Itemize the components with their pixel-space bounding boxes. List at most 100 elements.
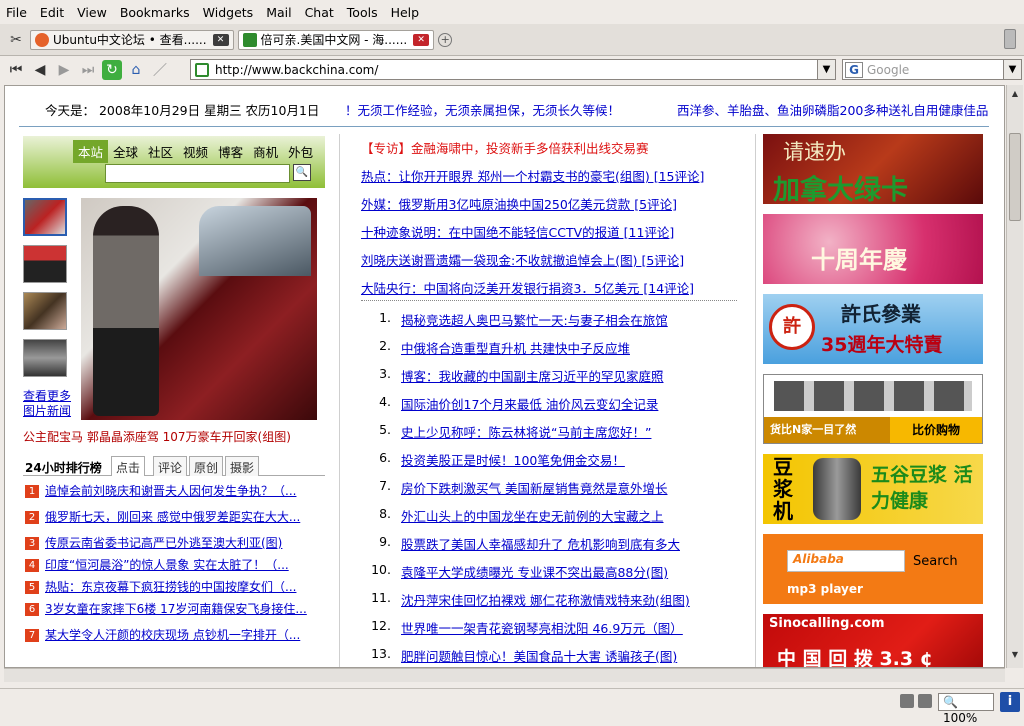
rank-link[interactable]: 3岁女童在家摔下6楼 17岁河南籍保安飞身接住... bbox=[45, 602, 307, 616]
list-item[interactable]: 9. 股票跌了美国人幸福感却升了 危机影响到底有多大 bbox=[361, 534, 751, 562]
wand-icon[interactable]: ／ bbox=[150, 60, 170, 80]
rank-link[interactable]: 某大学令人汗颜的校庆现场 点钞机一字排开（... bbox=[45, 628, 300, 642]
chevron-down-icon[interactable]: ▼ bbox=[817, 60, 835, 79]
address-url[interactable]: http://www.backchina.com/ bbox=[215, 63, 378, 77]
headline[interactable]: 外媒：俄罗斯用3亿吨原油换中国250亿美元贷款 [5评论] bbox=[361, 194, 751, 222]
horizontal-scrollbar[interactable] bbox=[4, 668, 1005, 682]
news-link[interactable]: 中俄将合造重型直升机 共建快中子反应堆 bbox=[401, 341, 630, 356]
news-link[interactable]: 投资美股正是时候！100笔免佣金交易！ bbox=[401, 453, 625, 468]
menu-view[interactable]: View bbox=[77, 5, 107, 20]
list-item[interactable]: 5 热贴：东京夜幕下疯狂捞钱的中国按摩女们（... bbox=[23, 580, 325, 602]
headline-link[interactable]: 十种迹象说明：在中国绝不能轻信CCTV的报道 [11评论] bbox=[361, 225, 674, 240]
tools-icon[interactable]: ✂ bbox=[6, 30, 26, 50]
menu-file[interactable]: File bbox=[6, 5, 27, 20]
news-link[interactable]: 世界唯一一架青花瓷钢琴亮相沈阳 46.9万元（图） bbox=[401, 621, 683, 636]
thumbnail[interactable] bbox=[23, 245, 67, 283]
tab-blog[interactable]: 博客 bbox=[213, 140, 248, 163]
tab-site[interactable]: 本站 bbox=[73, 140, 109, 163]
list-item[interactable]: 4. 国际油价创17个月来最低 油价风云变幻全记录 bbox=[361, 394, 751, 422]
news-link[interactable]: 外汇山头上的中国龙坐在史无前例的大宝藏之上 bbox=[401, 509, 664, 524]
tab-backchina[interactable]: 倍可亲.美国中文网 - 海...... ✕ bbox=[237, 29, 435, 50]
ad-price-compare[interactable]: 货比N家一目了然 比价购物 bbox=[763, 374, 983, 444]
ad-canada-greencard[interactable]: 请速办 加拿大绿卡 bbox=[763, 134, 983, 204]
forward-icon[interactable]: ▶ bbox=[54, 60, 74, 80]
headline[interactable]: 十种迹象说明：在中国绝不能轻信CCTV的报道 [11评论] bbox=[361, 222, 751, 250]
list-item[interactable]: 6. 投资美股正是时候！100笔免佣金交易！ bbox=[361, 450, 751, 478]
close-tab-icon[interactable]: ✕ bbox=[413, 33, 430, 46]
ad-hsu-ginseng[interactable]: 許 許氏參業 35週年大特賣 bbox=[763, 294, 983, 364]
site-search-input[interactable] bbox=[105, 164, 290, 183]
tab-outsource[interactable]: 外包 bbox=[283, 140, 318, 163]
news-link[interactable]: 国际油价创17个月来最低 油价风云变幻全记录 bbox=[401, 397, 658, 412]
tab-ubuntu[interactable]: Ubuntu中文论坛 • 查看...... ✕ bbox=[30, 29, 234, 50]
reload-icon[interactable]: ↻ bbox=[102, 60, 122, 80]
list-item[interactable]: 7 某大学令人汗颜的校庆现场 点钞机一字排开（... bbox=[23, 628, 325, 654]
rank-tab-comments[interactable]: 评论 bbox=[153, 456, 188, 476]
list-item[interactable]: 1 追悼会前刘晓庆和谢晋夫人因何发生争执？（... bbox=[23, 484, 325, 510]
tab-global[interactable]: 全球 bbox=[108, 140, 143, 163]
headline-link[interactable]: 大陆央行：中国将向泛美开发银行捐资3．5亿美元 [14评论] bbox=[361, 281, 694, 296]
scroll-down-icon[interactable]: ▼ bbox=[1009, 650, 1021, 664]
news-link[interactable]: 沈丹萍宋佳回忆拍裸戏 娜仁花称激情戏特来劲(组图) bbox=[401, 593, 690, 608]
new-tab-icon[interactable]: + bbox=[438, 32, 453, 47]
tab-video[interactable]: 视频 bbox=[178, 140, 213, 163]
special-interview-link[interactable]: 【专访】金融海啸中，投资新手多倍获利出线交易赛 bbox=[361, 138, 751, 166]
headline-link[interactable]: 热点：让你开开眼界 郑州一个村霸支书的豪宅(组图) [15评论] bbox=[361, 169, 704, 184]
list-item[interactable]: 4 印度“恒河晨浴”的惊人景象 实在太脏了！（... bbox=[23, 558, 325, 580]
chevron-down-icon[interactable]: ▼ bbox=[1003, 60, 1021, 79]
news-link[interactable]: 袁隆平大学成绩曝光 专业课不突出最高88分(图) bbox=[401, 565, 668, 580]
close-tab-icon[interactable]: ✕ bbox=[212, 33, 229, 46]
menu-chat[interactable]: Chat bbox=[305, 5, 334, 20]
list-item[interactable]: 1. 揭秘竞选超人奥巴马繁忙一天:与妻子相会在旅馆 bbox=[361, 310, 751, 338]
top-ad-health[interactable]: 西洋参、羊胎盘、鱼油卵磷脂200多种送礼自用健康佳品 bbox=[677, 100, 988, 119]
top-ad-immigration[interactable]: ！无须工作经验，无须亲属担保，无须长久等候！ bbox=[345, 100, 620, 119]
rank-tab-original[interactable]: 原创 bbox=[189, 456, 224, 476]
fast-forward-icon[interactable]: ⏭ bbox=[78, 60, 98, 80]
headline-link[interactable]: 外媒：俄罗斯用3亿吨原油换中国250亿美元贷款 [5评论] bbox=[361, 197, 677, 212]
ad-ten-year[interactable]: 十周年慶 bbox=[763, 214, 983, 284]
alibaba-search-button[interactable]: Search bbox=[913, 554, 958, 569]
rewind-icon[interactable]: ⏮ bbox=[6, 60, 26, 80]
list-item[interactable]: 13. 肥胖问题触目惊心！美国食品十大害 诱骗孩子(图) bbox=[361, 646, 751, 667]
thumbnail[interactable] bbox=[23, 339, 67, 377]
list-item[interactable]: 6 3岁女童在家摔下6楼 17岁河南籍保安飞身接住... bbox=[23, 602, 325, 628]
list-item[interactable]: 10. 袁隆平大学成绩曝光 专业课不突出最高88分(图) bbox=[361, 562, 751, 590]
rank-tab-clicks[interactable]: 点击 bbox=[111, 456, 146, 476]
headline[interactable]: 刘晓庆送谢晋遗孀一袋现金:不收就撤追悼会上(图) [5评论] bbox=[361, 250, 751, 278]
ad-alibaba[interactable]: Alibaba Search mp3 player bbox=[763, 534, 983, 604]
tab-community[interactable]: 社区 bbox=[143, 140, 178, 163]
list-item[interactable]: 7. 房价下跌刺激买气 美国新屋销售竟然是意外增长 bbox=[361, 478, 751, 506]
rank-link[interactable]: 热贴：东京夜幕下疯狂捞钱的中国按摩女们（... bbox=[45, 580, 296, 594]
rank-link[interactable]: 俄罗斯七天，刚回来 感觉中俄罗差距实在大大... bbox=[45, 510, 300, 524]
menu-widgets[interactable]: Widgets bbox=[203, 5, 254, 20]
search-icon[interactable]: 🔍 bbox=[293, 164, 311, 181]
list-item[interactable]: 3. 博客：我收藏的中国副主席习近平的罕见家庭照 bbox=[361, 366, 751, 394]
list-item[interactable]: 11. 沈丹萍宋佳回忆拍裸戏 娜仁花称激情戏特来劲(组图) bbox=[361, 590, 751, 618]
headline[interactable]: 热点：让你开开眼界 郑州一个村霸支书的豪宅(组图) [15评论] bbox=[361, 166, 751, 194]
featured-photo[interactable] bbox=[81, 198, 317, 420]
search-placeholder[interactable]: Google bbox=[867, 63, 909, 77]
photo-caption[interactable]: 公主配宝马 郭晶晶添座驾 107万豪车开回家(组图) bbox=[23, 428, 291, 445]
rank-link[interactable]: 印度“恒河晨浴”的惊人景象 实在太脏了！（... bbox=[45, 558, 289, 572]
more-photos-link[interactable]: 查看更多图片新闻 bbox=[23, 389, 79, 419]
transfer-icon[interactable] bbox=[900, 694, 914, 708]
list-item[interactable]: 2. 中俄将合造重型直升机 共建快中子反应堆 bbox=[361, 338, 751, 366]
google-icon[interactable]: G bbox=[845, 61, 863, 78]
scrollbar-thumb[interactable] bbox=[1009, 133, 1021, 221]
news-link[interactable]: 博客：我收藏的中国副主席习近平的罕见家庭照 bbox=[401, 369, 664, 384]
menu-mail[interactable]: Mail bbox=[266, 5, 291, 20]
rank-link[interactable]: 追悼会前刘晓庆和谢晋夫人因何发生争执？（... bbox=[45, 484, 296, 498]
thumbnail[interactable] bbox=[23, 198, 67, 236]
list-item[interactable]: 8. 外汇山头上的中国龙坐在史无前例的大宝藏之上 bbox=[361, 506, 751, 534]
home-icon[interactable]: ⌂ bbox=[126, 60, 146, 80]
ad-soymilk[interactable]: 豆浆机 五谷豆浆 活力健康 bbox=[763, 454, 983, 524]
rank-link[interactable]: 传原云南省委书记高严已外逃至澳大利亚(图) bbox=[45, 536, 282, 550]
scroll-up-icon[interactable]: ▲ bbox=[1009, 89, 1021, 103]
vertical-scrollbar[interactable]: ▲ ▼ bbox=[1006, 85, 1023, 668]
rank-tab-photography[interactable]: 摄影 bbox=[225, 456, 260, 476]
headline-link[interactable]: 刘晓庆送谢晋遗孀一袋现金:不收就撤追悼会上(图) [5评论] bbox=[361, 253, 684, 268]
thumbnail[interactable] bbox=[23, 292, 67, 330]
menu-tools[interactable]: Tools bbox=[347, 5, 378, 20]
search-box[interactable]: G Google ▼ bbox=[842, 59, 1022, 80]
camera-icon[interactable] bbox=[918, 694, 932, 708]
